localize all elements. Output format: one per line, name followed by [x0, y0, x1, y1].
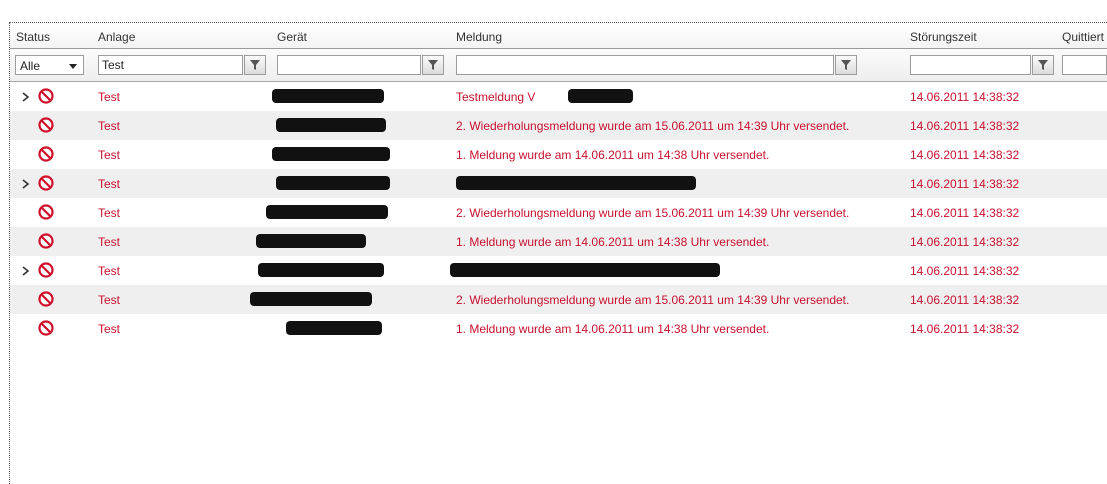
chevron-right-icon[interactable]: [20, 177, 32, 191]
cell-stoerungszeit: 14.06.2011 14:38:32: [910, 235, 1020, 249]
anlage-filter-input[interactable]: [98, 55, 243, 75]
table-row[interactable]: Test 14.06.2011 14:38:32: [10, 169, 1107, 198]
redaction-mark: [568, 89, 633, 103]
cell-anlage: Test: [98, 206, 121, 220]
cell-anlage: Test: [98, 177, 121, 191]
cell-meldung: Testmeldung V: [456, 90, 536, 104]
redaction-mark: [256, 234, 366, 248]
no-entry-icon: [38, 291, 54, 307]
no-entry-icon: [38, 320, 54, 336]
redaction-mark: [276, 118, 386, 132]
no-entry-icon: [38, 204, 54, 220]
status-filter-value: Alle: [20, 59, 41, 73]
chevron-right-icon[interactable]: [20, 90, 32, 104]
cell-meldung: 1. Meldung wurde am 14.06.2011 um 14:38 …: [456, 235, 770, 249]
cell-stoerungszeit: 14.06.2011 14:38:32: [910, 90, 1020, 104]
redaction-mark: [266, 205, 388, 219]
cell-stoerungszeit: 14.06.2011 14:38:32: [910, 206, 1020, 220]
meldung-filter-button[interactable]: [835, 55, 857, 75]
cell-meldung: 2. Wiederholungsmeldung wurde am 15.06.2…: [456, 119, 850, 133]
stoerungszeit-filter-input[interactable]: [910, 55, 1031, 75]
cell-anlage: Test: [98, 119, 121, 133]
cell-meldung: 2. Wiederholungsmeldung wurde am 15.06.2…: [456, 206, 850, 220]
geraet-filter-button[interactable]: [422, 55, 444, 75]
funnel-icon: [841, 60, 851, 70]
cell-meldung: 1. Meldung wurde am 14.06.2011 um 14:38 …: [456, 322, 770, 336]
column-header-status[interactable]: Status: [16, 30, 50, 44]
cell-anlage: Test: [98, 264, 121, 278]
cell-anlage: Test: [98, 322, 121, 336]
table-row[interactable]: Test 1. Meldung wurde am 14.06.2011 um 14…: [10, 140, 1107, 169]
table-row[interactable]: Test 1. Meldung wurde am 14.06.2011 um 14…: [10, 227, 1107, 256]
table-row[interactable]: Test 2. Wiederholungsmeldung wurde am 15.…: [10, 198, 1107, 227]
status-filter-select[interactable]: Alle: [15, 55, 84, 75]
funnel-icon: [250, 60, 260, 70]
column-header-row: Status Anlage Gerät Meldung Störungszeit…: [10, 23, 1107, 49]
quittiert-filter-input[interactable]: [1062, 55, 1107, 75]
table-row[interactable]: Test 1. Meldung wurde am 14.06.2011 um 14…: [10, 314, 1107, 343]
cell-meldung: 1. Meldung wurde am 14.06.2011 um 14:38 …: [456, 148, 770, 162]
redaction-mark: [272, 89, 384, 103]
table-row[interactable]: Test 2. Wiederholungsmeldung wurde am 15.…: [10, 285, 1107, 314]
cell-stoerungszeit: 14.06.2011 14:38:32: [910, 293, 1020, 307]
funnel-icon: [428, 60, 438, 70]
meldung-filter-input[interactable]: [456, 55, 834, 75]
cell-stoerungszeit: 14.06.2011 14:38:32: [910, 148, 1020, 162]
table-row[interactable]: Test 14.06.2011 14:38:32: [10, 256, 1107, 285]
redaction-mark: [286, 321, 382, 335]
column-header-meldung[interactable]: Meldung: [456, 30, 502, 44]
no-entry-icon: [38, 175, 54, 191]
cell-anlage: Test: [98, 293, 121, 307]
redaction-mark: [276, 176, 390, 190]
column-header-quittiert[interactable]: Quittiert: [1062, 30, 1104, 44]
filter-row: Alle: [10, 49, 1107, 82]
cell-anlage: Test: [98, 148, 121, 162]
geraet-filter-input[interactable]: [277, 55, 421, 75]
cell-stoerungszeit: 14.06.2011 14:38:32: [910, 177, 1020, 191]
column-header-geraet[interactable]: Gerät: [277, 30, 307, 44]
column-header-stoerungszeit[interactable]: Störungszeit: [910, 30, 977, 44]
cell-anlage: Test: [98, 90, 121, 104]
column-header-anlage[interactable]: Anlage: [98, 30, 135, 44]
cell-stoerungszeit: 14.06.2011 14:38:32: [910, 264, 1020, 278]
grid-body: Test Testmeldung V 14.06.2011 14:38:32 Test…: [10, 82, 1107, 343]
no-entry-icon: [38, 262, 54, 278]
redaction-mark: [272, 147, 390, 161]
redaction-mark: [450, 263, 720, 277]
alarm-grid: Status Anlage Gerät Meldung Störungszeit…: [10, 23, 1107, 343]
cell-anlage: Test: [98, 235, 121, 249]
redaction-mark: [456, 176, 696, 190]
redaction-mark: [250, 292, 372, 306]
redaction-mark: [258, 263, 384, 277]
chevron-right-icon[interactable]: [20, 264, 32, 278]
anlage-filter-button[interactable]: [244, 55, 266, 75]
cell-meldung: 2. Wiederholungsmeldung wurde am 15.06.2…: [456, 293, 850, 307]
no-entry-icon: [38, 146, 54, 162]
funnel-icon: [1038, 60, 1048, 70]
stoerungszeit-filter-button[interactable]: [1032, 55, 1054, 75]
no-entry-icon: [38, 88, 54, 104]
cell-stoerungszeit: 14.06.2011 14:38:32: [910, 322, 1020, 336]
table-row[interactable]: Test Testmeldung V 14.06.2011 14:38:32: [10, 82, 1107, 111]
no-entry-icon: [38, 233, 54, 249]
cell-stoerungszeit: 14.06.2011 14:38:32: [910, 119, 1020, 133]
dropdown-arrow-icon: [69, 64, 77, 69]
table-row[interactable]: Test 2. Wiederholungsmeldung wurde am 15.…: [10, 111, 1107, 140]
no-entry-icon: [38, 117, 54, 133]
